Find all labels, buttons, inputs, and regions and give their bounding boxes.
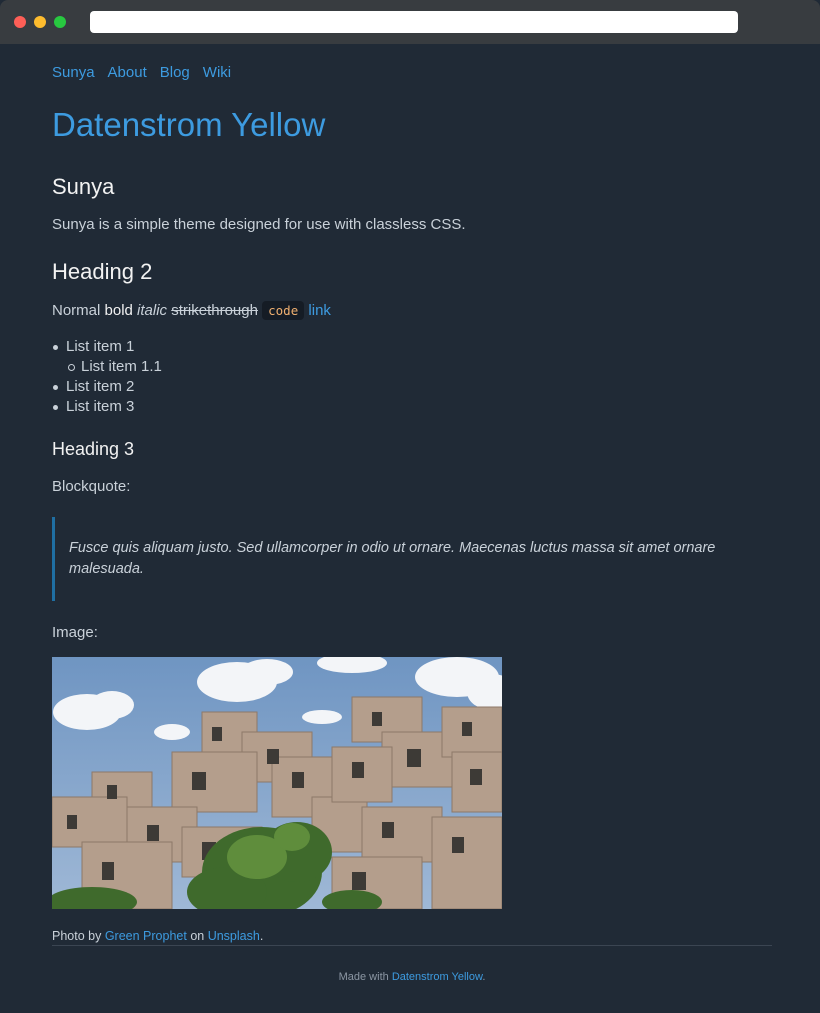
building-photo — [52, 657, 502, 909]
photo-credit: Photo by Green Prophet on Unsplash. — [52, 929, 263, 943]
page-heading: Sunya — [52, 174, 115, 199]
heading-3: Heading 3 — [52, 439, 135, 459]
credit-prefix: Photo by — [52, 929, 102, 943]
maximize-window-icon[interactable] — [54, 16, 66, 28]
inline-code: code — [262, 301, 305, 320]
bold-text: bold — [104, 302, 133, 319]
image-label: Image: — [52, 624, 98, 641]
italic-text: italic — [137, 302, 168, 319]
nav-item-blog[interactable]: Blog — [160, 64, 190, 81]
site-title[interactable]: Datenstrom Yellow — [52, 106, 325, 144]
minimize-window-icon[interactable] — [34, 16, 46, 28]
footer-suffix: . — [482, 971, 486, 983]
credit-middle: on — [190, 929, 205, 943]
footer-divider — [52, 945, 772, 946]
list-item: List item 2 — [52, 377, 162, 397]
site-footer: Made with Datenstrom Yellow. — [52, 971, 772, 983]
credit-suffix: . — [259, 929, 264, 943]
list-item: List item 1 — [52, 337, 162, 357]
blockquote: Fusce quis aliquam justo. Sed ullamcorpe… — [52, 517, 752, 601]
normal-text: Normal — [52, 302, 101, 319]
site-title-link[interactable]: Datenstrom Yellow — [52, 106, 325, 143]
footer-prefix: Made with — [338, 971, 389, 983]
list-item-nested: List item 1.1 — [52, 357, 162, 377]
inline-formatting-line: Normal bold italic strikethrough code li… — [52, 301, 331, 320]
blockquote-label: Blockquote: — [52, 478, 131, 495]
site-nav: Sunya About Blog Wiki — [52, 64, 244, 81]
bullet-list: List item 1 List item 1.1 List item 2 Li… — [52, 337, 162, 417]
credit-source-link[interactable]: Unsplash — [208, 929, 260, 943]
inline-link[interactable]: link — [308, 302, 331, 319]
credit-author-link[interactable]: Green Prophet — [105, 929, 187, 943]
heading-2: Heading 2 — [52, 259, 153, 284]
address-bar[interactable] — [90, 11, 738, 33]
list-item: List item 3 — [52, 397, 162, 417]
browser-chrome — [0, 0, 820, 44]
nav-item-wiki[interactable]: Wiki — [203, 64, 231, 81]
close-window-icon[interactable] — [14, 16, 26, 28]
footer-link[interactable]: Datenstrom Yellow — [392, 971, 483, 983]
nav-item-sunya[interactable]: Sunya — [52, 64, 95, 81]
strikethrough-text: strikethrough — [171, 302, 258, 319]
intro-paragraph: Sunya is a simple theme designed for use… — [52, 216, 466, 233]
nav-item-about[interactable]: About — [108, 64, 147, 81]
